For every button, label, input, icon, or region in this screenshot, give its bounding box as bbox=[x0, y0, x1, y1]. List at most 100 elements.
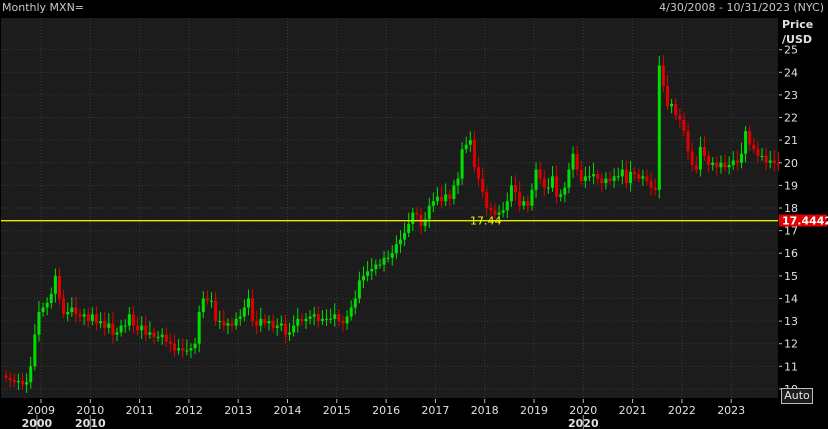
candle-down bbox=[111, 323, 115, 335]
candle-down bbox=[283, 323, 287, 335]
candle-up bbox=[760, 155, 764, 157]
candle-up bbox=[246, 298, 250, 308]
candle-up bbox=[234, 318, 238, 326]
candle-up bbox=[522, 201, 526, 206]
year-tick-label: 2014 bbox=[274, 404, 302, 417]
candle-down bbox=[94, 314, 98, 324]
candle-up bbox=[411, 212, 415, 224]
candle-up bbox=[288, 332, 292, 335]
candle-up bbox=[119, 325, 123, 333]
title-bar: Monthly MXN= 4/30/2008 - 10/31/2023 (NYC… bbox=[0, 0, 828, 18]
candle-up bbox=[612, 176, 616, 181]
price-tick-label: 20 bbox=[784, 157, 798, 170]
candle-down bbox=[103, 321, 107, 328]
candle-up bbox=[641, 176, 645, 179]
candle-up bbox=[378, 264, 382, 266]
candle-up bbox=[398, 239, 402, 245]
candle-up bbox=[292, 325, 296, 333]
reference-line-label: 17.44 bbox=[470, 215, 502, 228]
candle-up bbox=[550, 176, 554, 188]
candle-down bbox=[415, 212, 419, 215]
decade-label: 2020 bbox=[568, 417, 599, 429]
candle-up bbox=[604, 178, 608, 184]
candle-down bbox=[485, 192, 489, 208]
price-chart[interactable]: 17.44 Price /USD 10111213141516171819202… bbox=[0, 18, 828, 429]
candle-up bbox=[197, 312, 201, 344]
candle-down bbox=[526, 201, 530, 206]
candle-up bbox=[45, 303, 49, 308]
year-tick-label: 2019 bbox=[520, 404, 548, 417]
candle-up bbox=[33, 334, 37, 367]
candle-down bbox=[637, 174, 641, 179]
candle-down bbox=[214, 300, 218, 322]
price-tick-label: 23 bbox=[784, 89, 798, 102]
candle-up bbox=[567, 169, 571, 188]
candle-down bbox=[555, 176, 559, 197]
candle-down bbox=[649, 180, 653, 188]
candle-down bbox=[251, 298, 255, 322]
candle-down bbox=[86, 314, 90, 322]
year-tick-label: 2016 bbox=[372, 404, 400, 417]
candle-up bbox=[66, 312, 70, 315]
candle-up bbox=[382, 257, 386, 265]
candle-up bbox=[49, 293, 53, 303]
candle-up bbox=[267, 321, 271, 324]
price-axis-label: Price bbox=[782, 18, 813, 31]
candle-down bbox=[144, 325, 148, 335]
candle-up bbox=[312, 314, 316, 317]
candle-up bbox=[435, 196, 439, 202]
candle-down bbox=[579, 169, 583, 181]
price-tick-label: 14 bbox=[784, 292, 798, 305]
candle-up bbox=[739, 153, 743, 163]
candle-down bbox=[702, 146, 706, 156]
year-tick-label: 2012 bbox=[175, 404, 203, 417]
candle-up bbox=[279, 323, 283, 326]
candle-down bbox=[255, 321, 259, 326]
candle-up bbox=[456, 178, 460, 186]
candle-up bbox=[546, 187, 550, 189]
candle-down bbox=[205, 298, 209, 301]
candle-up bbox=[29, 366, 33, 383]
candle-down bbox=[678, 115, 682, 120]
candle-down bbox=[661, 65, 665, 86]
candle-up bbox=[320, 318, 324, 322]
candle-down bbox=[21, 381, 25, 385]
auto-scale-button[interactable]: Auto bbox=[781, 388, 813, 404]
candle-up bbox=[160, 334, 164, 337]
candle-down bbox=[653, 187, 657, 190]
price-tick-label: 19 bbox=[784, 179, 798, 192]
candle-up bbox=[583, 176, 587, 181]
candle-down bbox=[715, 162, 719, 168]
candle-up bbox=[616, 176, 620, 178]
price-tick-label: 24 bbox=[784, 66, 798, 79]
year-tick-label: 2013 bbox=[224, 404, 252, 417]
candle-down bbox=[723, 162, 727, 168]
candle-up bbox=[275, 325, 279, 328]
price-tick-label: 18 bbox=[784, 202, 798, 215]
candle-up bbox=[719, 162, 723, 168]
candle-up bbox=[670, 103, 674, 107]
candle-up bbox=[329, 318, 333, 320]
candle-up bbox=[353, 298, 357, 308]
candle-down bbox=[341, 321, 345, 324]
price-tick-label: 22 bbox=[784, 112, 798, 125]
candle-down bbox=[181, 348, 185, 351]
candle-up bbox=[201, 298, 205, 313]
candle-up bbox=[115, 332, 119, 335]
price-tick-label: 16 bbox=[784, 247, 798, 260]
candle-up bbox=[468, 140, 472, 145]
candle-down bbox=[168, 341, 172, 344]
candle-down bbox=[448, 194, 452, 199]
candle-down bbox=[263, 318, 267, 324]
candle-up bbox=[464, 144, 468, 150]
candle-up bbox=[452, 185, 456, 199]
candle-up bbox=[362, 275, 366, 281]
candle-up bbox=[185, 350, 189, 352]
candle-up bbox=[308, 316, 312, 319]
candle-up bbox=[156, 336, 160, 338]
candle-down bbox=[575, 153, 579, 170]
candle-down bbox=[4, 375, 8, 378]
candle-up bbox=[444, 194, 448, 202]
candle-down bbox=[735, 160, 739, 163]
candle-up bbox=[242, 307, 246, 317]
